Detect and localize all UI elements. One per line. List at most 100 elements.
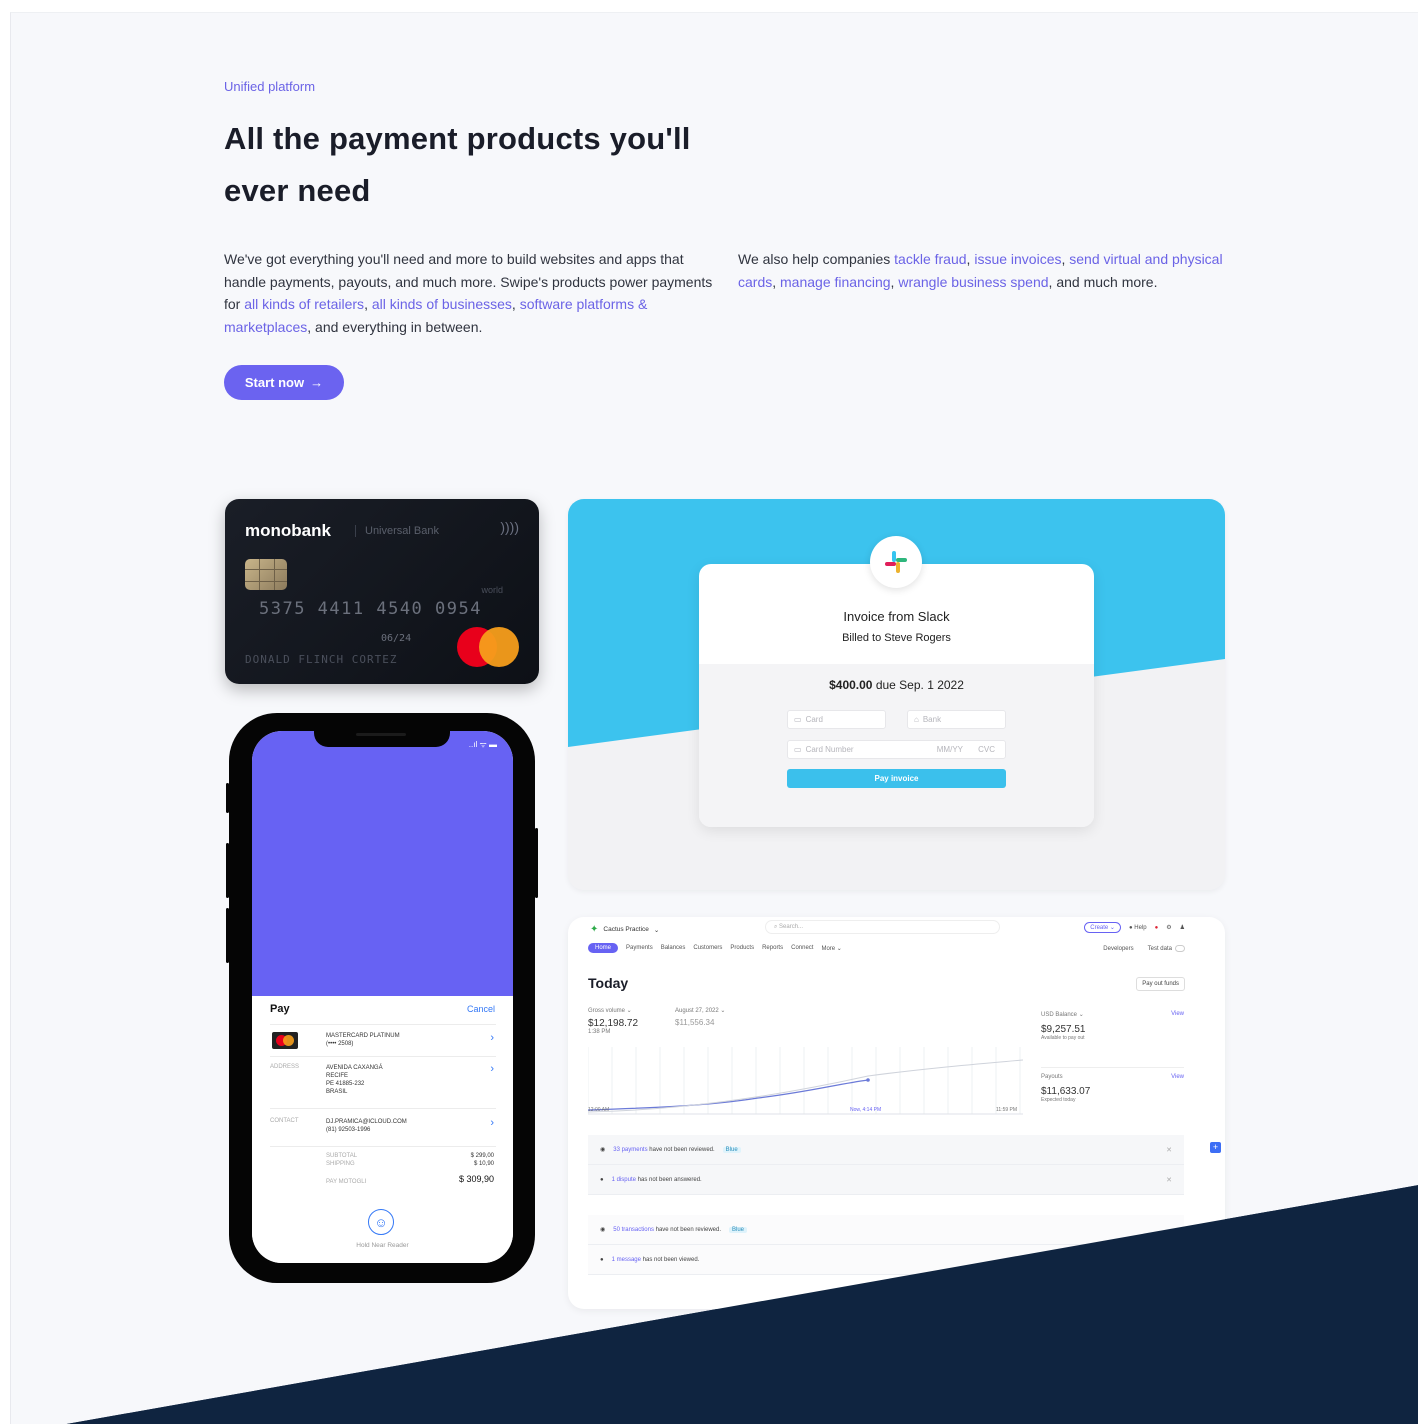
invoice-panel: Invoice from Slack Billed to Steve Roger… — [568, 499, 1225, 890]
view-balance-link[interactable]: View — [1171, 1011, 1184, 1017]
phone-screen: ..ıl ᯤ ▬ Pay Cancel MASTERCARD PLATINUM … — [252, 731, 513, 1263]
cancel-button[interactable]: Cancel — [467, 1004, 495, 1014]
volume-chart — [588, 1047, 1023, 1115]
help-button[interactable]: ● Help — [1129, 925, 1147, 931]
payment-card-row[interactable]: MASTERCARD PLATINUM (•••• 2508) › — [270, 1024, 496, 1054]
invoices-link[interactable]: issue invoices — [974, 251, 1061, 267]
alerts-group: ◉ 50 transactions have not been reviewed… — [588, 1215, 1184, 1275]
card-bank-name: Universal Bank — [355, 525, 439, 537]
section-eyebrow: Unified platform — [224, 79, 316, 94]
face-id-icon: ☺ — [368, 1209, 394, 1235]
eye-icon: ◉ — [600, 1227, 606, 1233]
slack-logo-icon — [870, 536, 922, 588]
page: Unified platform All the payment product… — [10, 12, 1418, 1424]
nav-home[interactable]: Home — [588, 943, 619, 953]
start-now-button[interactable]: Start now → — [224, 365, 344, 400]
alert-item: ◉ 50 transactions have not been reviewed… — [588, 1215, 1184, 1245]
nav-payments[interactable]: Payments — [626, 945, 653, 951]
invoice-amount: $400.00 due Sep. 1 2022 — [829, 678, 964, 692]
gross-volume-metric: Gross volume ⌄ $12,198.72 1:38 PM — [588, 1008, 639, 1035]
alert-item: ● 1 dispute has not been answered. ✕ — [588, 1165, 1184, 1195]
close-icon[interactable]: ✕ — [1166, 1176, 1172, 1184]
dashboard-panel: ✦ Cactus Practice ⌄ ⌕ Search... Create ⌄… — [568, 917, 1225, 1309]
notifications-icon[interactable]: ● — [1155, 925, 1159, 931]
hold-near-reader-label: Hold Near Reader — [356, 1242, 409, 1249]
businesses-link[interactable]: all kinds of businesses — [372, 296, 512, 312]
expand-plus-icon[interactable]: + — [1210, 1142, 1221, 1153]
spend-link[interactable]: wrangle business spend — [898, 274, 1048, 290]
card-holder: DONALD FLINCH CORTEZ — [245, 653, 398, 666]
alert-item: ◉ 33 payments have not been reviewed. Bl… — [588, 1135, 1184, 1165]
chevron-right-icon: › — [490, 1117, 494, 1129]
chip-icon — [245, 559, 287, 590]
nav-products[interactable]: Products — [730, 945, 754, 951]
card-brand: monobank — [245, 521, 331, 540]
status-badge: Blue — [729, 1226, 748, 1233]
create-button[interactable]: Create ⌄ — [1084, 922, 1121, 933]
card-expiry: 06/24 — [381, 633, 412, 644]
contact-row[interactable]: CONTACT DJ.PRAMICA@ICLOUD.COM (81) 92503… — [270, 1108, 496, 1144]
alerts-group: ◉ 33 payments have not been reviewed. Bl… — [588, 1135, 1184, 1195]
phone-illustration: ..ıl ᯤ ▬ Pay Cancel MASTERCARD PLATINUM … — [226, 713, 538, 1283]
totals-row: SUBTOTAL SHIPPING $ 299,00 $ 10,90 PAY M… — [270, 1146, 496, 1194]
now-marker — [866, 1078, 870, 1082]
chevron-down-icon: ⌄ — [653, 926, 660, 934]
nav-balances[interactable]: Balances — [661, 945, 686, 951]
contactless-icon: )))) — [500, 519, 519, 535]
apple-pay-sheet: Pay Cancel MASTERCARD PLATINUM (•••• 250… — [252, 996, 513, 1263]
payouts-card: Payouts View $11,633.07 Expected today — [1041, 1067, 1184, 1103]
intro-paragraph: We've got everything you'll need and mor… — [224, 251, 713, 335]
info-icon: ● — [600, 1256, 604, 1263]
today-heading: Today — [588, 975, 629, 991]
previous-series-line — [588, 1059, 1023, 1113]
credit-card-illustration: monobank Universal Bank )))) world 5375 … — [225, 499, 539, 684]
retailers-link[interactable]: all kinds of retailers — [244, 296, 364, 312]
nav-customers[interactable]: Customers — [693, 945, 722, 951]
phone-notch — [314, 731, 450, 747]
pay-total: $ 309,90 — [458, 1174, 494, 1184]
card-tab[interactable]: ▭ Card — [787, 710, 886, 729]
nav-connect[interactable]: Connect — [791, 945, 813, 951]
mastercard-icon — [272, 1032, 298, 1049]
card-number-input[interactable]: ▭ Card Number MM/YY CVC — [787, 740, 1006, 759]
close-icon[interactable]: ✕ — [1166, 1146, 1172, 1154]
financing-link[interactable]: manage financing — [780, 274, 891, 290]
pay-out-funds-button[interactable]: Pay out funds — [1136, 977, 1185, 991]
help-icon: ● — [1128, 924, 1133, 931]
mastercard-logo — [457, 627, 519, 667]
usd-balance-card: USD Balance ⌄ View $9,257.51 Available t… — [1041, 1011, 1184, 1041]
comparison-metric: August 27, 2022 ⌄ $11,556.34 — [675, 1008, 726, 1027]
developers-link[interactable]: Developers — [1103, 946, 1133, 952]
search-input[interactable]: ⌕ Search... — [765, 920, 1000, 934]
test-data-toggle[interactable]: Test data — [1148, 945, 1185, 952]
invoice-title: Invoice from Slack — [843, 609, 950, 624]
nav-more[interactable]: More ⌄ — [821, 945, 841, 952]
view-payouts-link[interactable]: View — [1171, 1074, 1184, 1080]
card-tier: world — [481, 585, 503, 595]
cactus-icon: ✦ — [590, 924, 599, 935]
gear-icon[interactable]: ⚙ — [1166, 924, 1171, 931]
bank-tab[interactable]: ⌂ Bank — [907, 710, 1006, 729]
info-icon: ● — [600, 1176, 604, 1183]
card-icon: ▭ — [794, 745, 802, 754]
pay-invoice-button[interactable]: Pay invoice — [787, 769, 1006, 788]
fraud-link[interactable]: tackle fraud — [894, 251, 966, 267]
nav-reports[interactable]: Reports — [762, 945, 783, 951]
eye-icon: ◉ — [600, 1147, 606, 1153]
invoice-card: Invoice from Slack Billed to Steve Roger… — [699, 564, 1094, 827]
invoice-billed-to: Billed to Steve Rogers — [842, 632, 951, 644]
features-paragraph: We also help companies tackle fraud, iss… — [738, 251, 1223, 290]
page-title: All the payment products you'll ever nee… — [224, 121, 691, 208]
dashboard-nav: Home Payments Balances Customers Product… — [588, 943, 842, 953]
user-icon[interactable]: ♟ — [1180, 924, 1185, 931]
card-icon: ▭ — [794, 715, 802, 724]
chevron-right-icon: › — [490, 1063, 494, 1075]
address-row[interactable]: ADDRESS AVENIDA CAXANGÁ RECIFE PE 41885-… — [270, 1056, 496, 1108]
status-bar-icons: ..ıl ᯤ ▬ — [468, 740, 497, 749]
chevron-right-icon: › — [490, 1032, 494, 1044]
account-switcher[interactable]: ✦ Cactus Practice ⌄ — [590, 924, 659, 935]
apple-pay-title: Pay — [270, 1003, 290, 1015]
card-number: 5375 4411 4540 0954 — [259, 599, 482, 619]
bank-icon: ⌂ — [914, 715, 919, 724]
alert-item: ● 1 message has not been viewed. — [588, 1245, 1184, 1275]
